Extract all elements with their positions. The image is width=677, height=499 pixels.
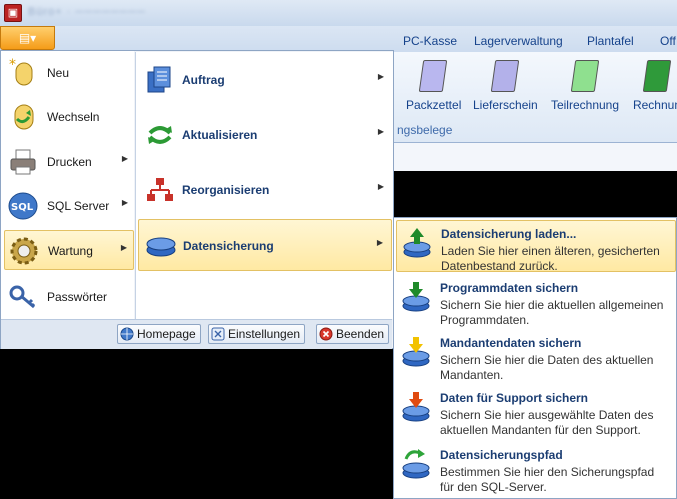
- tab-office[interactable]: Off: [660, 34, 676, 48]
- ribbon-button-teilrechnung[interactable]: Teilrechnung: [549, 60, 621, 112]
- app-logo-icon: ▣: [4, 4, 22, 22]
- application-menu-footer: Homepage Einstellungen Beenden: [1, 319, 392, 349]
- refresh-icon: [148, 126, 172, 144]
- submenu-arrow-icon: ▶: [377, 72, 384, 81]
- ribbon-group-label: ngsbelege: [397, 123, 453, 137]
- submenu-arrow-icon: ▶: [121, 154, 128, 163]
- submenu-arrow-icon: ▶: [120, 243, 127, 252]
- ribbon-button-label: Lieferschein: [473, 98, 538, 112]
- window-title: Büro+ · ────────: [28, 6, 146, 18]
- flyout-item-daten-fuer-support-sichern[interactable]: Daten für Support sichern Sichern Sie hi…: [396, 385, 676, 439]
- menu-item-label: Wartung: [48, 244, 93, 258]
- flyout-item-description: Sichern Sie hier ausgewählte Daten des a…: [440, 408, 654, 437]
- datensicherung-flyout: Datensicherung laden... Laden Sie hier e…: [393, 217, 677, 499]
- settings-icon: [211, 327, 225, 341]
- database-restore-icon: [403, 228, 431, 258]
- menu-item-neu[interactable]: * Neu: [4, 53, 134, 93]
- flyout-item-title: Datensicherungspfad: [440, 448, 563, 462]
- tab-lagerverwaltung[interactable]: Lagerverwaltung: [474, 34, 563, 48]
- ribbon-button-rechnung[interactable]: Rechnun: [632, 60, 677, 112]
- menu-item-drucken[interactable]: Drucken ▶: [4, 142, 134, 182]
- submenu-arrow-icon: ▶: [377, 127, 384, 136]
- submenu-arrow-icon: ▶: [376, 238, 383, 247]
- wartung-submenu: Auftrag ▶ Aktualisieren ▶ Reorganisieren…: [135, 52, 393, 319]
- flyout-item-description: Laden Sie hier einen älteren, gesicherte…: [441, 244, 660, 273]
- new-database-icon: *: [9, 57, 33, 86]
- homepage-button-label: Homepage: [137, 327, 196, 341]
- flyout-item-description: Sichern Sie hier die aktuellen allgemein…: [440, 298, 664, 327]
- svg-text:*: *: [9, 57, 16, 73]
- document-icon: [490, 60, 520, 92]
- submenu-item-label: Aktualisieren: [182, 128, 258, 142]
- menu-item-wartung[interactable]: Wartung ▶: [4, 230, 134, 270]
- svg-text:SQL: SQL: [11, 202, 34, 213]
- ribbon-button-label: Packzettel: [406, 98, 462, 112]
- menu-item-label: SQL Server: [47, 199, 110, 213]
- ribbon-button-packzettel[interactable]: Packzettel: [406, 60, 462, 112]
- menu-item-passwoerter[interactable]: Passwörter: [4, 277, 134, 317]
- ribbon-button-label: Rechnun: [632, 98, 677, 112]
- application-menu-left-column: * Neu Wechseln Drucken ▶ SQL SQL Server …: [1, 51, 134, 319]
- tab-pc-kasse[interactable]: PC-Kasse: [403, 34, 457, 48]
- application-menu-button[interactable]: ▤▾: [0, 26, 55, 50]
- menu-item-label: Wechseln: [47, 110, 100, 124]
- submenu-item-aktualisieren[interactable]: Aktualisieren ▶: [138, 109, 392, 161]
- homepage-button[interactable]: Homepage: [117, 324, 201, 344]
- menu-item-label: Passwörter: [47, 290, 108, 304]
- beenden-button[interactable]: Beenden: [316, 324, 390, 344]
- flyout-item-mandantendaten-sichern[interactable]: Mandantendaten sichern Sichern Sie hier …: [396, 330, 676, 384]
- einstellungen-button[interactable]: Einstellungen: [208, 324, 306, 344]
- flyout-item-description: Bestimmen Sie hier den Sicherungspfad fü…: [440, 465, 655, 494]
- database-save-icon: [402, 392, 430, 422]
- submenu-arrow-icon: ▶: [377, 182, 384, 191]
- network-icon: [147, 178, 173, 201]
- exit-icon: [319, 327, 333, 341]
- document-icon: [642, 60, 672, 92]
- menu-item-label: Drucken: [47, 155, 92, 169]
- flyout-item-title: Daten für Support sichern: [440, 391, 589, 405]
- menu-item-wechseln[interactable]: Wechseln: [4, 97, 134, 137]
- flyout-item-title: Datensicherung laden...: [441, 227, 577, 241]
- submenu-item-reorganisieren[interactable]: Reorganisieren ▶: [138, 164, 392, 216]
- flyout-item-title: Programmdaten sichern: [440, 281, 579, 295]
- documents-icon: [147, 66, 171, 93]
- gear-icon: [10, 237, 38, 265]
- ribbon-button-label: Teilrechnung: [550, 98, 620, 112]
- flyout-item-datensicherung-laden[interactable]: Datensicherung laden... Laden Sie hier e…: [396, 220, 676, 273]
- flyout-item-datensicherungspfad[interactable]: Datensicherungspfad Bestimmen Sie hier d…: [396, 442, 676, 496]
- beenden-button-label: Beenden: [336, 327, 385, 341]
- switch-database-icon: [14, 104, 34, 130]
- ribbon-button-lieferschein[interactable]: Lieferschein: [473, 60, 538, 112]
- ribbon-tab-bar: PC-Kasse Lagerverwaltung Plantafel Off: [0, 26, 677, 53]
- submenu-item-datensicherung[interactable]: Datensicherung ▶: [138, 219, 392, 271]
- submenu-item-label: Reorganisieren: [182, 183, 270, 197]
- database-icon: [146, 237, 176, 257]
- globe-icon: [120, 327, 134, 341]
- database-path-icon: [402, 449, 430, 479]
- submenu-item-auftrag[interactable]: Auftrag ▶: [138, 54, 392, 106]
- menu-item-sql-server[interactable]: SQL SQL Server ▶: [4, 186, 134, 226]
- database-save-icon: [402, 282, 430, 312]
- database-save-icon: [402, 337, 430, 367]
- document-icon: [570, 60, 600, 92]
- submenu-arrow-icon: ▶: [121, 198, 128, 207]
- document-icon: [418, 60, 448, 92]
- submenu-item-label: Datensicherung: [183, 239, 274, 253]
- title-bar: ▣ Büro+ · ────────: [0, 0, 677, 26]
- einstellungen-button-label: Einstellungen: [228, 327, 301, 341]
- menu-item-label: Neu: [47, 66, 70, 80]
- flyout-item-title: Mandantendaten sichern: [440, 336, 582, 350]
- flyout-item-description: Sichern Sie hier die Daten des aktuellen…: [440, 353, 654, 382]
- tab-plantafel[interactable]: Plantafel: [587, 34, 634, 48]
- submenu-item-label: Auftrag: [182, 73, 225, 87]
- flyout-item-programmdaten-sichern[interactable]: Programmdaten sichern Sichern Sie hier d…: [396, 275, 676, 329]
- sql-server-icon: SQL: [8, 192, 38, 220]
- key-icon: [9, 285, 36, 309]
- printer-icon: [10, 149, 36, 175]
